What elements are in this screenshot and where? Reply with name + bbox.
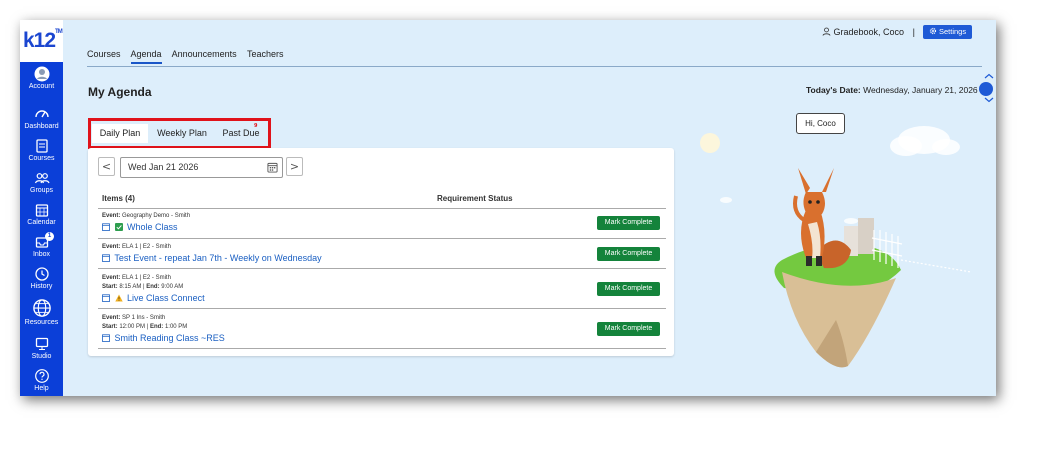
sidebar-item-help[interactable]: Help	[20, 368, 63, 392]
event-link[interactable]: Live Class Connect	[98, 292, 666, 304]
sidebar-nav: Account Dashboard Courses Groups Calenda…	[20, 62, 63, 396]
calendar-icon	[102, 334, 110, 342]
sidebar-item-resources[interactable]: Resources	[20, 298, 63, 326]
event-meta: Event: ELA 1 | E2 - Smith	[102, 244, 171, 250]
sidebar-item-history[interactable]: History	[20, 266, 63, 290]
dashboard-icon	[34, 110, 49, 118]
table-divider	[98, 268, 666, 269]
table-row: Event: ELA 1 | E2 - Smith Start: 8:15 AM…	[98, 274, 666, 304]
event-time: Start: 12:00 PM | End: 1:00 PM	[102, 324, 188, 330]
tab-announcements[interactable]: Announcements	[172, 49, 237, 59]
event-time: Start: 8:15 AM | End: 9:00 AM	[102, 284, 184, 290]
event-link[interactable]: Test Event - repeat Jan 7th - Weekly on …	[98, 252, 666, 264]
event-meta: Event: SP 1 Ins - Smith	[102, 315, 166, 321]
sidebar-item-courses[interactable]: Courses	[20, 138, 63, 162]
tab-weekly-plan[interactable]: Weekly Plan	[150, 124, 214, 143]
tab-past-due[interactable]: Past Due	[216, 124, 266, 143]
past-due-badge: 9	[254, 123, 258, 129]
top-tabs: Courses Agenda Announcements Teachers	[87, 49, 292, 64]
event-link[interactable]: Smith Reading Class ~RES	[98, 332, 666, 344]
user-menu[interactable]: Gradebook, Coco |	[822, 27, 915, 37]
table-row: Event: ELA 1 | E2 - Smith Test Event - r…	[98, 243, 666, 264]
previous-day-button[interactable]: <	[98, 157, 115, 176]
event-meta: Event: Geography Demo - Smith	[102, 213, 191, 219]
scroll-down-icon[interactable]	[983, 97, 995, 103]
next-day-button[interactable]: >	[286, 157, 303, 176]
tab-teachers[interactable]: Teachers	[247, 49, 284, 59]
table-row: Event: Geography Demo - Smith Whole Clas…	[98, 212, 666, 233]
user-name: Gradebook, Coco	[833, 27, 905, 37]
calendar-icon[interactable]	[267, 162, 278, 173]
table-divider	[98, 308, 666, 309]
table-divider	[98, 348, 666, 349]
app-window: k12TM Account Dashboard Courses Groups C…	[20, 20, 996, 396]
agenda-card: < Wed Jan 21 2026 > Items (4) Requiremen…	[88, 148, 674, 356]
mark-complete-button[interactable]: Mark Complete	[597, 216, 660, 230]
tabs-divider	[87, 66, 982, 67]
scroll-handle[interactable]	[979, 82, 993, 96]
table-row: Event: SP 1 Ins - Smith Start: 12:00 PM …	[98, 314, 666, 344]
scroll-up-icon[interactable]	[983, 73, 995, 79]
history-icon	[34, 267, 49, 281]
gear-icon	[929, 27, 937, 35]
items-header: Items (4)	[102, 194, 135, 203]
table-divider	[98, 238, 666, 239]
calendar-icon	[102, 223, 110, 231]
sidebar-item-studio[interactable]: Studio	[20, 336, 63, 360]
groups-icon	[34, 173, 50, 184]
globe-icon	[32, 299, 51, 317]
page-title: My Agenda	[88, 85, 152, 99]
help-icon	[34, 369, 49, 383]
date-input[interactable]: Wed Jan 21 2026	[120, 157, 283, 178]
mark-complete-button[interactable]: Mark Complete	[597, 322, 660, 336]
settings-button[interactable]: Settings	[923, 25, 972, 39]
event-meta: Event: ELA 1 | E2 - Smith	[102, 275, 171, 281]
header-separator: |	[912, 27, 915, 37]
event-link[interactable]: Whole Class	[98, 221, 666, 233]
tab-daily-plan[interactable]: Daily Plan	[92, 124, 148, 143]
requirement-status-header: Requirement Status	[437, 194, 513, 203]
fox-mascot-illustration	[700, 126, 972, 368]
calendar-icon	[102, 294, 110, 302]
sidebar-item-calendar[interactable]: Calendar	[20, 202, 63, 226]
mark-complete-button[interactable]: Mark Complete	[597, 282, 660, 296]
table-divider	[98, 208, 666, 209]
checkmark-icon	[114, 223, 123, 231]
k12-logo[interactable]: k12TM	[23, 29, 63, 53]
warning-icon	[114, 294, 123, 302]
calendar-icon	[102, 254, 110, 262]
todays-date: Today's Date: Wednesday, January 21, 202…	[806, 85, 978, 95]
account-icon	[34, 66, 49, 82]
inbox-badge: 1	[45, 232, 54, 241]
plan-tabs: Daily Plan Weekly Plan Past Due 9	[88, 118, 271, 149]
tab-agenda[interactable]: Agenda	[130, 49, 162, 64]
user-icon	[822, 27, 831, 36]
sidebar-item-groups[interactable]: Groups	[20, 170, 63, 194]
studio-icon	[35, 337, 48, 350]
mark-complete-button[interactable]: Mark Complete	[597, 247, 660, 261]
sidebar-item-inbox[interactable]: 1 Inbox	[20, 232, 63, 258]
sidebar: k12TM Account Dashboard Courses Groups C…	[20, 20, 63, 396]
calendar-icon	[35, 204, 48, 217]
tab-courses[interactable]: Courses	[87, 49, 121, 59]
sidebar-item-account[interactable]: Account	[20, 66, 63, 90]
sidebar-item-dashboard[interactable]: Dashboard	[20, 106, 63, 130]
courses-icon	[35, 139, 48, 153]
